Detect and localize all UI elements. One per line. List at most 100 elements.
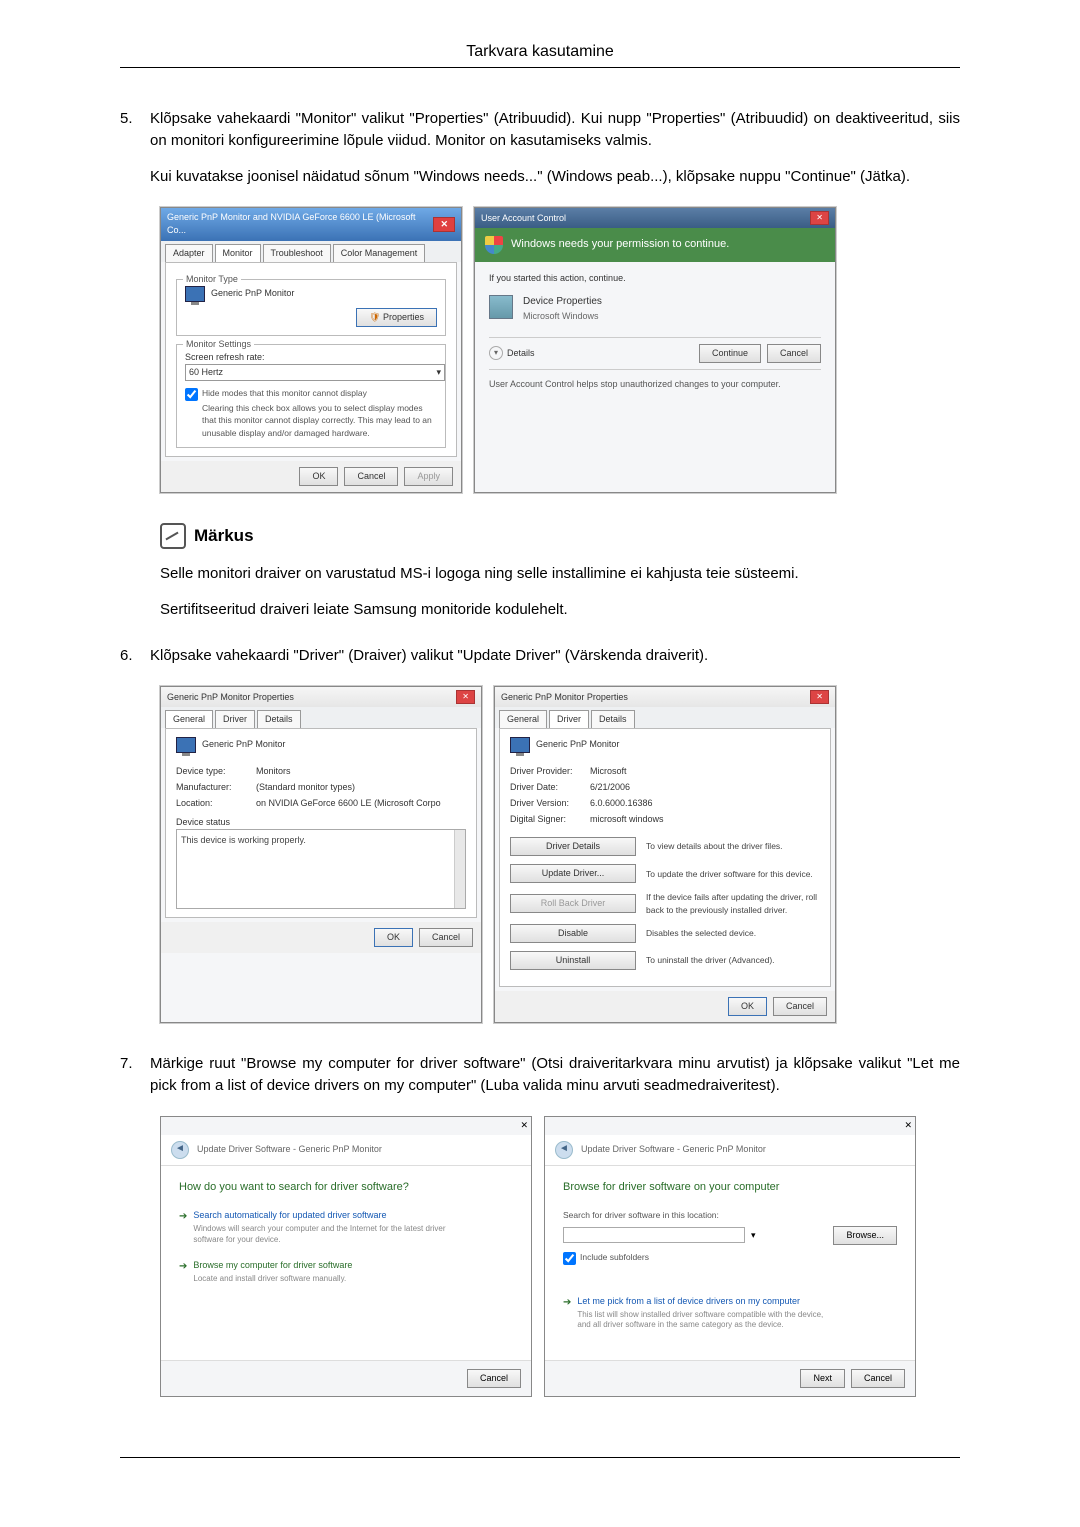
include-subfolders-checkbox[interactable] (563, 1252, 576, 1265)
step-6-text: Klõpsake vahekaardi "Driver" (Draiver) v… (150, 645, 960, 667)
tab-driver[interactable]: Driver (215, 710, 255, 728)
tab-general[interactable]: General (165, 710, 213, 728)
close-icon[interactable]: ✕ (810, 211, 829, 225)
monitor-icon (185, 286, 205, 302)
cancel-button[interactable]: Cancel (773, 997, 827, 1016)
close-icon[interactable]: ✕ (456, 690, 475, 704)
update-driver-wizard-1: ✕ ◄ Update Driver Software - Generic PnP… (160, 1116, 532, 1396)
cancel-button[interactable]: Cancel (344, 467, 398, 486)
label-digital-signer: Digital Signer: (510, 813, 590, 826)
wizard1-opt2-title: Browse my computer for driver software (193, 1259, 352, 1272)
cancel-button[interactable]: Cancel (767, 344, 821, 363)
close-icon[interactable]: ✕ (433, 217, 455, 232)
value-driver-date: 6/21/2006 (590, 781, 820, 794)
scrollbar[interactable] (454, 830, 465, 908)
header-rule (120, 67, 960, 68)
continue-button[interactable]: Continue (699, 344, 761, 363)
uac-titlebar: User Account Control ✕ (475, 208, 835, 228)
tab-general[interactable]: General (499, 710, 547, 728)
tab-details[interactable]: Details (257, 710, 301, 728)
properties-driver-titlebar: Generic PnP Monitor Properties ✕ (495, 687, 835, 707)
value-device-type: Monitors (256, 765, 466, 778)
chevron-down-icon: ▾ (436, 366, 441, 379)
cancel-button[interactable]: Cancel (419, 928, 473, 947)
wizard1-opt2-subtitle: Locate and install driver software manua… (193, 1274, 352, 1284)
uac-title: User Account Control (481, 212, 566, 225)
wizard1-breadcrumb: Update Driver Software - Generic PnP Mon… (197, 1143, 382, 1156)
properties-driver-title: Generic PnP Monitor Properties (501, 691, 628, 704)
arrow-icon: ➔ (179, 1210, 187, 1225)
value-manufacturer: (Standard monitor types) (256, 781, 466, 794)
close-icon[interactable]: ✕ (520, 1119, 528, 1132)
refresh-rate-label: Screen refresh rate: (185, 351, 437, 364)
step-7: 7. Märkige ruut "Browse my computer for … (120, 1053, 960, 1097)
properties-driver-window: Generic PnP Monitor Properties ✕ General… (494, 686, 836, 1023)
update-driver-button[interactable]: Update Driver... (510, 864, 636, 883)
include-subfolders-label: Include subfolders (580, 1251, 649, 1263)
ok-button[interactable]: OK (299, 467, 338, 486)
wizard1-option-browse[interactable]: ➔ Browse my computer for driver software… (179, 1259, 513, 1284)
monitor-window-title: Generic PnP Monitor and NVIDIA GeForce 6… (167, 211, 433, 237)
monitor-window-titlebar: Generic PnP Monitor and NVIDIA GeForce 6… (161, 208, 461, 240)
tab-color-management[interactable]: Color Management (333, 244, 426, 262)
disable-button[interactable]: Disable (510, 924, 636, 943)
ok-button[interactable]: OK (728, 997, 767, 1016)
close-icon[interactable]: ✕ (904, 1119, 912, 1132)
note-label: Märkus (194, 524, 254, 549)
tab-monitor[interactable]: Monitor (215, 244, 261, 262)
wizard2-breadcrumb: Update Driver Software - Generic PnP Mon… (581, 1143, 766, 1156)
device-properties-icon (489, 295, 513, 319)
wizard1-heading: How do you want to search for driver sof… (179, 1180, 513, 1196)
tab-driver[interactable]: Driver (549, 710, 589, 728)
uac-window: User Account Control ✕ Windows needs you… (474, 207, 836, 493)
hide-modes-checkbox[interactable] (185, 388, 198, 401)
rollback-driver-button: Roll Back Driver (510, 894, 636, 913)
properties-button[interactable]: 🛡 Properties (356, 308, 437, 327)
label-device-type: Device type: (176, 765, 256, 778)
label-location: Location: (176, 797, 256, 810)
monitor-name: Generic PnP Monitor (211, 287, 294, 300)
step-5-number: 5. (120, 108, 150, 130)
next-button[interactable]: Next (800, 1369, 845, 1388)
properties-general-title: Generic PnP Monitor Properties (167, 691, 294, 704)
wizard1-option-auto[interactable]: ➔ Search automatically for updated drive… (179, 1209, 513, 1245)
wizard2-option-pick[interactable]: ➔ Let me pick from a list of device driv… (563, 1295, 897, 1331)
browse-button[interactable]: Browse... (833, 1226, 897, 1245)
value-provider: Microsoft (590, 765, 820, 778)
tab-troubleshoot[interactable]: Troubleshoot (263, 244, 331, 262)
hide-modes-label: Hide modes that this monitor cannot disp… (202, 387, 437, 399)
uninstall-button[interactable]: Uninstall (510, 951, 636, 970)
cancel-button[interactable]: Cancel (851, 1369, 905, 1388)
uac-started-text: If you started this action, continue. (489, 272, 821, 285)
label-provider: Driver Provider: (510, 765, 590, 778)
step-6-number: 6. (120, 645, 150, 667)
step-5: 5. Klõpsake vahekaardi "Monitor" valikut… (120, 108, 960, 187)
cancel-button[interactable]: Cancel (467, 1369, 521, 1388)
monitor-tabs: Adapter Monitor Troubleshoot Color Manag… (161, 241, 461, 262)
properties-general-titlebar: Generic PnP Monitor Properties ✕ (161, 687, 481, 707)
device-name: Generic PnP Monitor (202, 738, 285, 751)
driver-details-button[interactable]: Driver Details (510, 837, 636, 856)
chevron-down-icon[interactable]: ▾ (489, 346, 503, 360)
label-manufacturer: Manufacturer: (176, 781, 256, 794)
tab-details[interactable]: Details (591, 710, 635, 728)
refresh-rate-select[interactable]: 60 Hertz ▾ (185, 364, 445, 381)
value-location: on NVIDIA GeForce 6600 LE (Microsoft Cor… (256, 797, 466, 810)
wizard2-heading: Browse for driver software on your compu… (563, 1180, 897, 1196)
tab-adapter[interactable]: Adapter (165, 244, 213, 262)
close-icon[interactable]: ✕ (810, 690, 829, 704)
uac-headline-bar: Windows needs your permission to continu… (475, 228, 835, 262)
uac-app-publisher: Microsoft Windows (523, 310, 602, 323)
wizard1-opt1-title: Search automatically for updated driver … (193, 1209, 453, 1222)
back-icon[interactable]: ◄ (171, 1141, 189, 1159)
label-driver-version: Driver Version: (510, 797, 590, 810)
page-title: Tarkvara kasutamine (120, 40, 960, 63)
ok-button[interactable]: OK (374, 928, 413, 947)
location-input[interactable] (563, 1227, 745, 1243)
label-driver-date: Driver Date: (510, 781, 590, 794)
device-status-text: This device is working properly. (181, 835, 306, 845)
uac-details-toggle[interactable]: Details (507, 347, 535, 360)
step-7-text: Märkige ruut "Browse my computer for dri… (150, 1053, 960, 1097)
wizard1-opt1-subtitle: Windows will search your computer and th… (193, 1224, 453, 1245)
back-icon[interactable]: ◄ (555, 1141, 573, 1159)
